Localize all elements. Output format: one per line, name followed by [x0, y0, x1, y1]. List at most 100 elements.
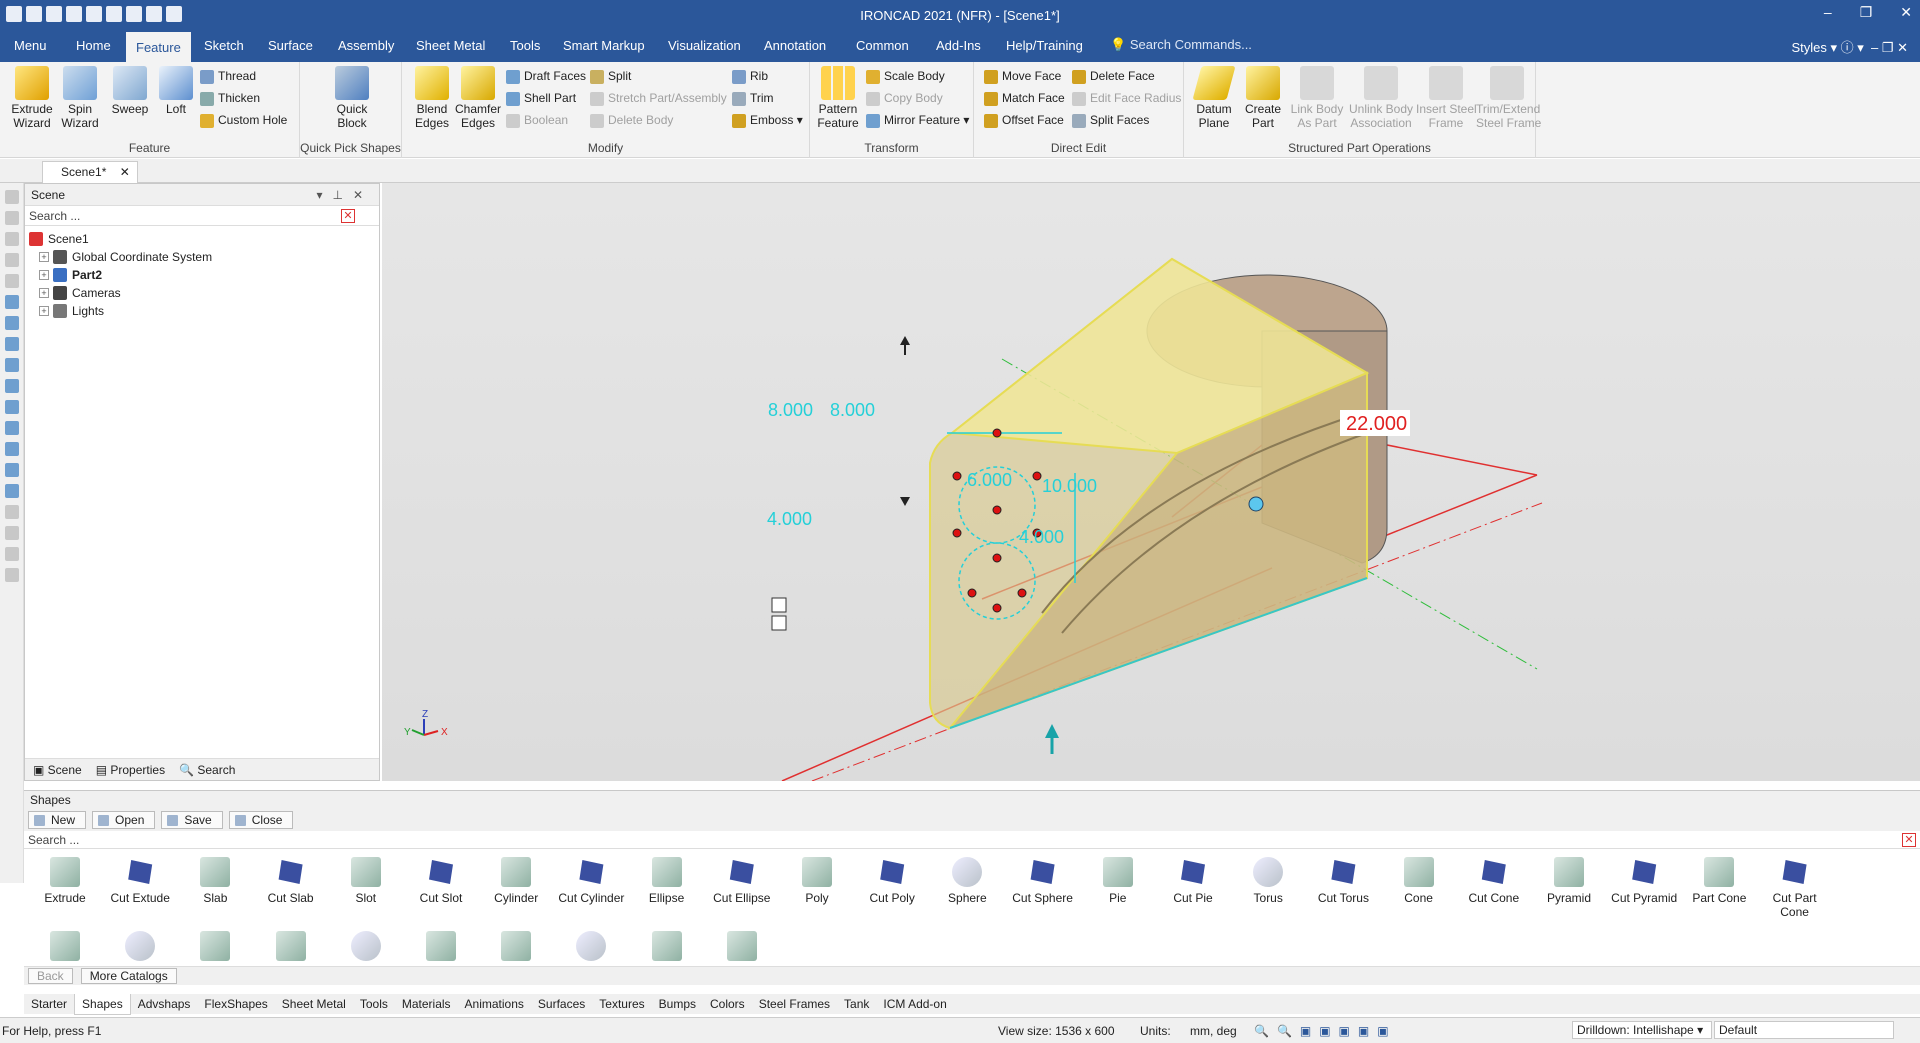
search-commands-input[interactable]: 💡 Search Commands...: [1110, 37, 1410, 57]
rib-button[interactable]: Rib: [732, 66, 768, 86]
move-face-button[interactable]: Move Face: [984, 66, 1061, 86]
catalog-tab[interactable]: Colors: [703, 994, 752, 1014]
catalog-tab[interactable]: ICM Add-on: [876, 994, 953, 1014]
catalog-tab[interactable]: Steel Frames: [752, 994, 837, 1014]
catalog-item[interactable]: Cut Slab: [254, 853, 328, 905]
pattern-feature-button[interactable]: Pattern Feature: [814, 66, 862, 130]
catalog-tab[interactable]: Materials: [395, 994, 458, 1014]
tool-icon[interactable]: [4, 568, 19, 582]
catalog-item[interactable]: Cylinder: [479, 853, 553, 905]
close-tab-icon[interactable]: ✕: [120, 165, 130, 179]
scene-search-input[interactable]: Search ... ✕: [25, 206, 379, 226]
dim-label[interactable]: 4.000: [767, 509, 812, 529]
3d-viewport[interactable]: 8.000 8.000 10.000 6.000 4.000 4.000 22.…: [382, 183, 1920, 782]
tree-item-lights[interactable]: + Lights: [29, 302, 375, 320]
catalog-item[interactable]: Cut Ellipse: [705, 853, 779, 905]
triball-arrow-up[interactable]: [900, 336, 910, 345]
catalog-item[interactable]: [705, 927, 779, 965]
dimension-22-label[interactable]: 22.000: [1346, 413, 1407, 435]
styles-menu[interactable]: Styles ▾ ⓘ ▾ – ❐ ✕: [1791, 37, 1908, 56]
save-catalog-button[interactable]: Save: [161, 811, 223, 829]
chamfer-edges-button[interactable]: Chamfer Edges: [454, 66, 502, 130]
split-faces-button[interactable]: Split Faces: [1072, 110, 1149, 130]
catalog-item[interactable]: Torus: [1231, 853, 1305, 905]
copy-body-button[interactable]: Copy Body: [866, 88, 943, 108]
tool-icon[interactable]: [4, 211, 19, 225]
scene-canvas[interactable]: 8.000 8.000 10.000 6.000 4.000 4.000 22.…: [382, 183, 1920, 782]
trim-button[interactable]: Trim: [732, 88, 774, 108]
unlink-body-button[interactable]: Unlink Body Association: [1348, 66, 1414, 130]
tab-feature[interactable]: Feature: [126, 30, 191, 62]
catalog-tab[interactable]: Shapes: [74, 993, 131, 1015]
catalog-item[interactable]: Extrude: [28, 853, 102, 905]
catalog-item[interactable]: Cut Torus: [1306, 853, 1380, 905]
tool-icon[interactable]: [4, 526, 19, 540]
catalog-item[interactable]: Cone: [1382, 853, 1456, 905]
tab-annotation[interactable]: Annotation: [754, 30, 836, 62]
tab-common[interactable]: Common: [846, 30, 919, 62]
shell-part-button[interactable]: Shell Part: [506, 88, 576, 108]
tool-icon[interactable]: [4, 295, 19, 309]
catalog-item[interactable]: [254, 927, 328, 965]
tab-add-ins[interactable]: Add-Ins: [926, 30, 991, 62]
sketch-handle[interactable]: [771, 597, 787, 613]
catalog-item[interactable]: Slab: [178, 853, 252, 905]
tree-item-scene1[interactable]: Scene1: [29, 230, 375, 248]
open-catalog-button[interactable]: Open: [92, 811, 156, 829]
dim-label[interactable]: 8.000: [768, 400, 813, 420]
catalog-item[interactable]: Cut Cone: [1457, 853, 1531, 905]
tab-help-training[interactable]: Help/Training: [996, 30, 1093, 62]
delete-body-button[interactable]: Delete Body: [590, 110, 673, 130]
catalog-item[interactable]: [554, 927, 628, 965]
more-catalogs-button[interactable]: More Catalogs: [80, 968, 177, 984]
tool-icon[interactable]: [4, 190, 19, 204]
dim-label[interactable]: 10.000: [1042, 476, 1097, 496]
tree-item-part2[interactable]: + Part2: [29, 266, 375, 284]
view-tools-icons[interactable]: 🔍🔍▣▣▣▣▣: [1254, 1024, 1397, 1038]
units-value[interactable]: mm, deg: [1190, 1024, 1237, 1038]
clear-search-icon[interactable]: ✕: [341, 209, 355, 223]
catalog-item[interactable]: [28, 927, 102, 965]
catalog-item[interactable]: Pyramid: [1532, 853, 1606, 905]
catalog-item[interactable]: Cut Slot: [404, 853, 478, 905]
catalog-tab[interactable]: Advshaps: [131, 994, 198, 1014]
loft-button[interactable]: Loft: [152, 66, 200, 116]
tool-icon[interactable]: [4, 316, 19, 330]
edit-face-radius-button[interactable]: Edit Face Radius: [1072, 88, 1181, 108]
expand-icon[interactable]: +: [39, 252, 49, 262]
catalog-item[interactable]: Cut Part Cone: [1758, 853, 1832, 919]
footer-tab-properties[interactable]: ▤ Properties: [96, 759, 165, 780]
emboss-button[interactable]: Emboss ▾: [732, 110, 803, 130]
custom-hole-button[interactable]: Custom Hole: [200, 110, 287, 130]
tab-menu[interactable]: Menu: [4, 30, 57, 62]
dim-label[interactable]: 6.000: [967, 470, 1012, 490]
triball-arrow-down[interactable]: [900, 497, 910, 506]
drilldown-select[interactable]: Drilldown: Intellishape ▾: [1572, 1021, 1712, 1039]
tab-assembly[interactable]: Assembly: [328, 30, 404, 62]
tool-icon[interactable]: [4, 484, 19, 498]
tab-home[interactable]: Home: [66, 30, 121, 62]
tool-icon[interactable]: [4, 232, 19, 246]
tool-icon[interactable]: [4, 337, 19, 351]
draft-faces-button[interactable]: Draft Faces: [506, 66, 586, 86]
datum-plane-button[interactable]: Datum Plane: [1188, 66, 1240, 130]
scale-body-button[interactable]: Scale Body: [866, 66, 945, 86]
expand-icon[interactable]: +: [39, 288, 49, 298]
expand-icon[interactable]: +: [39, 306, 49, 316]
close-button[interactable]: ✕: [1900, 4, 1912, 21]
sweep-button[interactable]: Sweep: [106, 66, 154, 116]
panel-controls[interactable]: ▾⊥✕: [316, 184, 373, 206]
close-catalog-button[interactable]: Close: [228, 811, 294, 829]
catalog-tab[interactable]: Tools: [353, 994, 395, 1014]
footer-tab-scene[interactable]: ▣ Scene: [33, 759, 82, 780]
tool-icon[interactable]: [4, 379, 19, 393]
trim-steel-frame-button[interactable]: Trim/Extend Steel Frame: [1476, 66, 1541, 130]
catalog-item[interactable]: [103, 927, 177, 965]
back-button[interactable]: Back: [28, 968, 73, 984]
match-face-button[interactable]: Match Face: [984, 88, 1065, 108]
catalog-item[interactable]: Cut Pyramid: [1607, 853, 1681, 905]
handle-arrow-up[interactable]: [1045, 724, 1059, 738]
catalog-tab[interactable]: Animations: [458, 994, 531, 1014]
doc-tab-scene1[interactable]: Scene1* ✕: [42, 161, 138, 183]
extrude-wizard-button[interactable]: Extrude Wizard: [8, 66, 56, 130]
